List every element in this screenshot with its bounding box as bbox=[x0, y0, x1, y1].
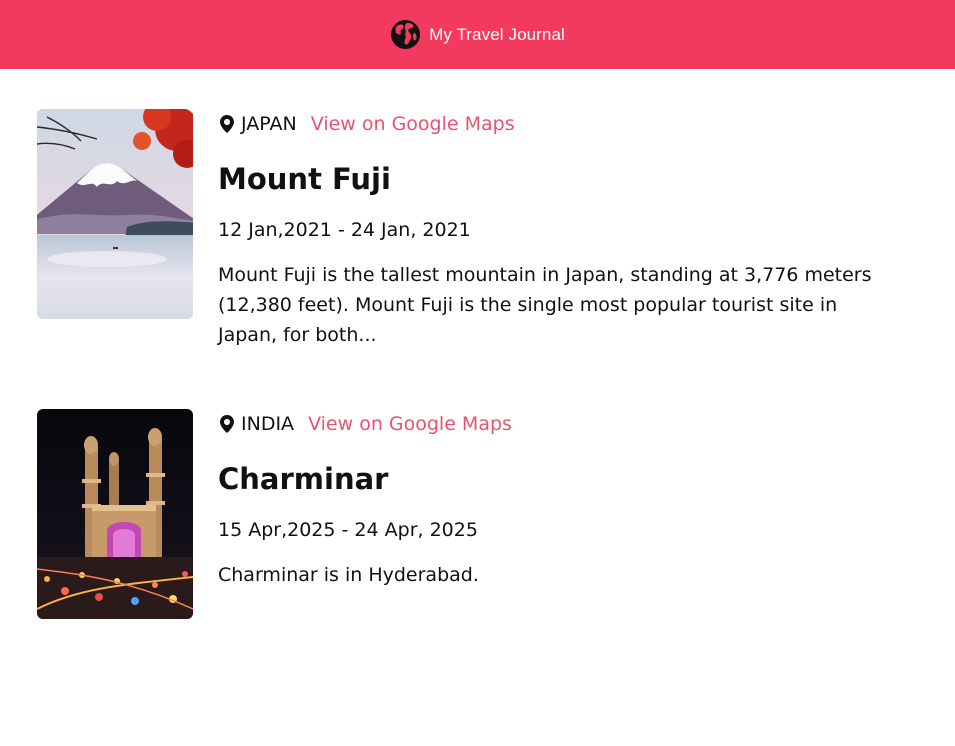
journal-entry: INDIA View on Google Maps Charminar 15 A… bbox=[0, 409, 955, 619]
entry-dates: 15 Apr,2025 - 24 Apr, 2025 bbox=[218, 519, 478, 541]
journal-entries: JAPAN View on Google Maps Mount Fuji 12 … bbox=[0, 69, 955, 619]
journal-entry: JAPAN View on Google Maps Mount Fuji 12 … bbox=[0, 109, 955, 369]
entry-photo-mount-fuji bbox=[37, 109, 193, 319]
entry-content: JAPAN View on Google Maps Mount Fuji 12 … bbox=[218, 109, 898, 369]
app-title: My Travel Journal bbox=[429, 24, 565, 44]
location-pin-icon bbox=[220, 115, 234, 133]
entry-content: INDIA View on Google Maps Charminar 15 A… bbox=[218, 409, 898, 619]
entry-title: Charminar bbox=[218, 462, 389, 496]
entry-meta: INDIA View on Google Maps bbox=[218, 413, 898, 435]
entry-description: Charminar is in Hyderabad. bbox=[218, 564, 479, 586]
entry-country: INDIA bbox=[241, 413, 295, 435]
view-on-google-maps-link[interactable]: View on Google Maps bbox=[311, 113, 515, 135]
entry-country: JAPAN bbox=[241, 113, 297, 135]
view-on-google-maps-link[interactable]: View on Google Maps bbox=[308, 413, 512, 435]
app-header: My Travel Journal bbox=[0, 0, 955, 69]
entry-dates: 12 Jan,2021 - 24 Jan, 2021 bbox=[218, 219, 471, 241]
location-pin-icon bbox=[220, 415, 234, 433]
entry-photo-charminar bbox=[37, 409, 193, 619]
entry-meta: JAPAN View on Google Maps bbox=[218, 113, 898, 135]
entry-description: Mount Fuji is the tallest mountain in Ja… bbox=[218, 264, 872, 346]
globe-icon bbox=[391, 19, 421, 50]
entry-title: Mount Fuji bbox=[218, 162, 391, 196]
